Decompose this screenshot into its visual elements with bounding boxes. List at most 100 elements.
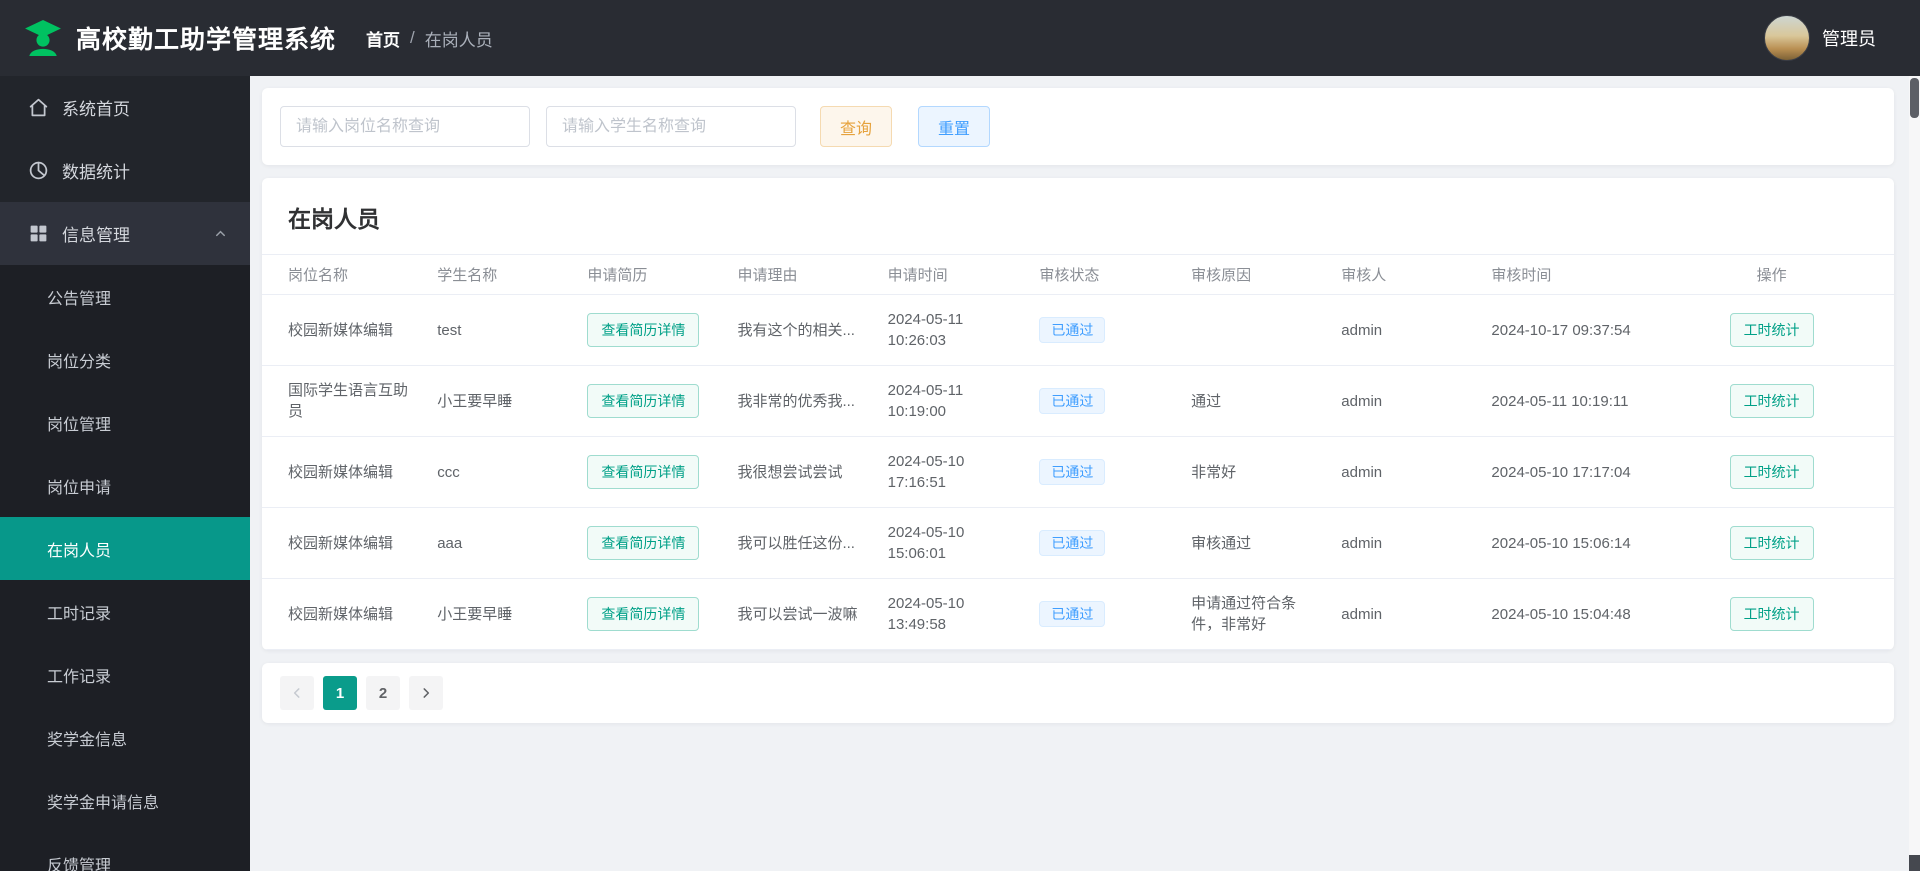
sidebar-item-post-management[interactable]: 岗位管理 [0, 391, 250, 454]
sidebar-item-label: 岗位申请 [47, 479, 112, 497]
cell-student: 小王要早睡 [425, 578, 576, 650]
breadcrumb: 首页 / 在岗人员 [366, 26, 493, 51]
chevron-right-icon [423, 688, 430, 698]
breadcrumb-current: 在岗人员 [424, 30, 493, 50]
col-header-reason: 申请理由 [725, 254, 876, 295]
cell-review-reason: 非常好 [1179, 436, 1330, 508]
pagination-next-button[interactable] [409, 676, 443, 710]
cell-review-time: 2024-05-10 17:17:04 [1479, 436, 1650, 508]
pagination: 1 2 [262, 663, 1894, 723]
cell-review-reason: 审核通过 [1179, 507, 1330, 579]
cell-apply-time: 2024-05-11 10:19:00 [875, 365, 1028, 437]
scrollbar-corner [1909, 855, 1920, 871]
status-badge: 已通过 [1039, 601, 1106, 627]
sidebar-item-post-application[interactable]: 岗位申请 [0, 454, 250, 517]
chevron-up-icon [216, 230, 225, 237]
sidebar-item-post-category[interactable]: 岗位分类 [0, 328, 250, 391]
cell-reason: 我有这个的相关... [725, 294, 876, 366]
cell-review-reason [1179, 294, 1330, 366]
pie-chart-icon [28, 160, 49, 181]
sidebar-item-work-records[interactable]: 工作记录 [0, 643, 250, 706]
sidebar-item-label: 工时记录 [47, 605, 112, 623]
query-button[interactable]: 查询 [820, 106, 893, 147]
student-search-input[interactable] [546, 106, 796, 147]
view-resume-button[interactable]: 查看简历详情 [587, 526, 700, 560]
cell-review-reason: 申请通过符合条件，非常好 [1179, 578, 1330, 650]
col-header-student: 学生名称 [425, 254, 576, 295]
sidebar-item-statistics[interactable]: 数据统计 [0, 139, 250, 202]
table-row: 校园新媒体编辑 test 查看简历详情 我有这个的相关... 2024-05-1… [262, 294, 1894, 366]
user-menu[interactable]: 管理员 [1764, 15, 1876, 61]
sidebar-item-on-duty-staff[interactable]: 在岗人员 [0, 517, 250, 580]
status-badge: 已通过 [1039, 459, 1106, 485]
pagination-prev-button[interactable] [280, 676, 314, 710]
sidebar-item-system-home[interactable]: 系统首页 [0, 76, 250, 139]
staff-table: 岗位名称 学生名称 申请简历 申请理由 申请时间 审核状态 审核原因 审核人 审… [262, 254, 1894, 650]
sidebar-item-announcement[interactable]: 公告管理 [0, 265, 250, 328]
sidebar-item-label: 在岗人员 [47, 542, 112, 560]
work-hours-stats-button[interactable]: 工时统计 [1729, 455, 1814, 489]
work-hours-stats-button[interactable]: 工时统计 [1729, 384, 1814, 418]
cell-apply-time: 2024-05-10 13:49:58 [875, 578, 1028, 650]
view-resume-button[interactable]: 查看简历详情 [587, 455, 700, 489]
status-badge: 已通过 [1039, 530, 1106, 556]
work-hours-stats-button[interactable]: 工时统计 [1729, 597, 1814, 631]
cell-review-time: 2024-05-11 10:19:11 [1479, 365, 1650, 437]
pagination-page-1[interactable]: 1 [323, 676, 357, 710]
sidebar-item-label: 奖学金信息 [47, 731, 128, 749]
cell-student: aaa [425, 507, 576, 579]
chevron-left-icon [293, 688, 300, 698]
sidebar-item-scholarship-info[interactable]: 奖学金信息 [0, 706, 250, 769]
cell-review-time: 2024-10-17 09:37:54 [1479, 294, 1650, 366]
position-search-input[interactable] [280, 106, 530, 147]
cell-position: 校园新媒体编辑 [262, 578, 426, 650]
sidebar-item-feedback[interactable]: 反馈管理 [0, 832, 250, 871]
table-row: 校园新媒体编辑 小王要早睡 查看简历详情 我可以尝试一波嘛 2024-05-10… [262, 578, 1894, 650]
view-resume-button[interactable]: 查看简历详情 [587, 384, 700, 418]
scrollbar-thumb[interactable] [1910, 78, 1919, 118]
table-row: 校园新媒体编辑 aaa 查看简历详情 我可以胜任这份... 2024-05-10… [262, 507, 1894, 579]
cell-apply-time: 2024-05-10 17:16:51 [875, 436, 1028, 508]
breadcrumb-home-link[interactable]: 首页 [366, 26, 400, 51]
scrollbar[interactable] [1909, 76, 1920, 871]
cell-position: 校园新媒体编辑 [262, 294, 426, 366]
main-content: 查询 重置 在岗人员 岗位名称 学生名称 申请简历 申请理由 申请时间 审核状态… [250, 76, 1908, 871]
cell-reviewer: admin [1329, 436, 1480, 508]
avatar [1764, 15, 1810, 61]
sidebar-item-label: 公告管理 [47, 290, 112, 308]
col-header-reviewer: 审核人 [1329, 254, 1480, 295]
view-resume-button[interactable]: 查看简历详情 [587, 597, 700, 631]
sidebar-item-label: 数据统计 [62, 163, 130, 182]
breadcrumb-separator: / [410, 28, 415, 47]
pagination-page-2[interactable]: 2 [366, 676, 400, 710]
grid-icon [28, 223, 49, 244]
status-badge: 已通过 [1039, 388, 1106, 414]
work-hours-stats-button[interactable]: 工时统计 [1729, 313, 1814, 347]
cell-apply-time: 2024-05-10 15:06:01 [875, 507, 1028, 579]
reset-button[interactable]: 重置 [918, 106, 991, 147]
page-title: 在岗人员 [288, 206, 380, 232]
cell-position: 校园新媒体编辑 [262, 507, 426, 579]
cell-student: 小王要早睡 [425, 365, 576, 437]
col-header-position: 岗位名称 [262, 254, 426, 295]
sidebar-item-work-hours[interactable]: 工时记录 [0, 580, 250, 643]
col-header-status: 审核状态 [1027, 254, 1180, 295]
view-resume-button[interactable]: 查看简历详情 [587, 313, 700, 347]
sidebar-item-label: 奖学金申请信息 [47, 794, 160, 812]
table-row: 国际学生语言互助员 小王要早睡 查看简历详情 我非常的优秀我... 2024-0… [262, 365, 1894, 437]
sidebar-item-scholarship-application[interactable]: 奖学金申请信息 [0, 769, 250, 832]
col-header-review-reason: 审核原因 [1179, 254, 1330, 295]
cell-reason: 我可以尝试一波嘛 [725, 578, 876, 650]
cell-reviewer: admin [1329, 578, 1480, 650]
table-header-row: 岗位名称 学生名称 申请简历 申请理由 申请时间 审核状态 审核原因 审核人 审… [262, 254, 1894, 295]
work-hours-stats-button[interactable]: 工时统计 [1729, 526, 1814, 560]
app-header: 高校勤工助学管理系统 首页 / 在岗人员 管理员 [0, 0, 1920, 76]
sidebar-item-info-management[interactable]: 信息管理 [0, 202, 250, 265]
search-bar: 查询 重置 [262, 88, 1894, 165]
col-header-review-time: 审核时间 [1479, 254, 1650, 295]
status-badge: 已通过 [1039, 317, 1106, 343]
cell-review-time: 2024-05-10 15:06:14 [1479, 507, 1650, 579]
sidebar-item-label: 岗位分类 [47, 353, 112, 371]
user-name: 管理员 [1822, 29, 1876, 49]
col-header-apply-time: 申请时间 [875, 254, 1028, 295]
